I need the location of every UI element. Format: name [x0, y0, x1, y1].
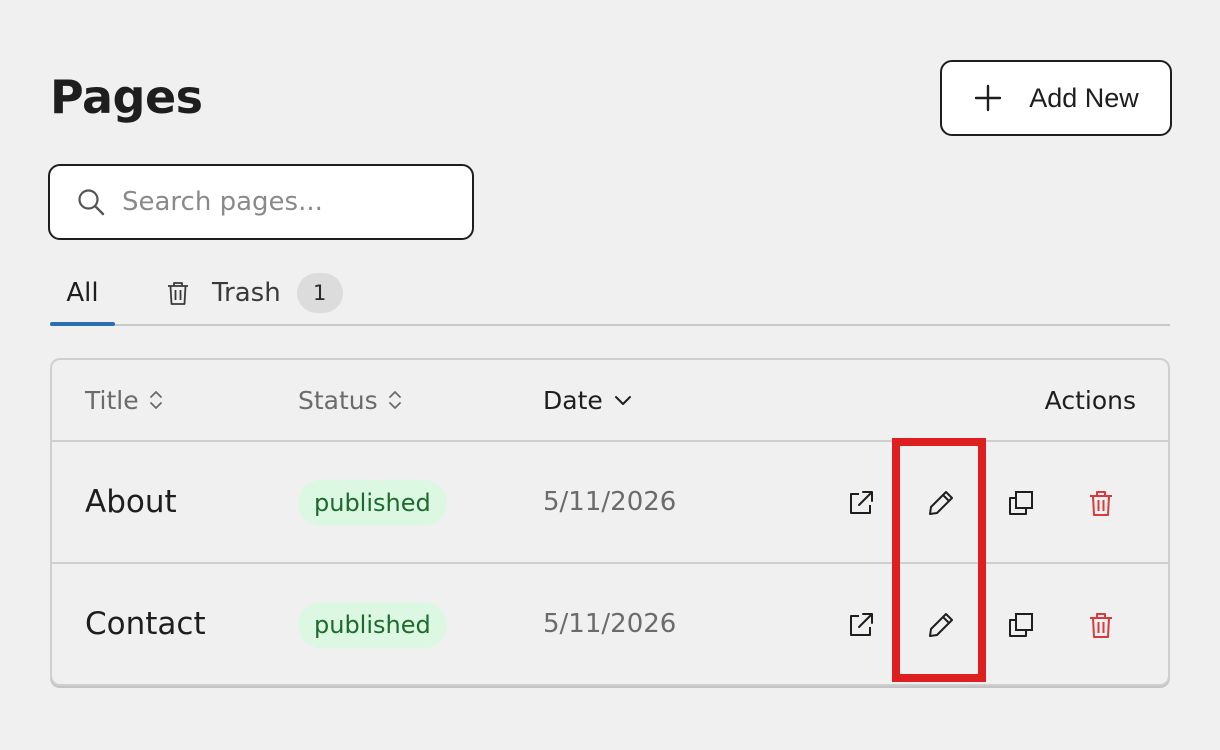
search-icon: [78, 189, 105, 216]
row-title[interactable]: Contact: [85, 564, 206, 684]
sort-icon: [388, 391, 401, 409]
edit-button[interactable]: [924, 486, 958, 520]
trash-icon: [1090, 491, 1112, 516]
table-header: Title Status Date Actions: [52, 360, 1168, 442]
pencil-icon: [929, 613, 953, 637]
column-header-date[interactable]: Date: [543, 360, 633, 440]
column-date-label: Date: [543, 385, 603, 415]
column-header-title[interactable]: Title: [85, 360, 163, 440]
row-date: 5/11/2026: [543, 609, 677, 639]
column-actions-label: Actions: [1044, 385, 1136, 415]
status-badge: published: [298, 602, 447, 648]
trash-icon: [1090, 613, 1112, 638]
chevron-down-icon: [614, 396, 631, 405]
search-input[interactable]: [122, 187, 422, 217]
delete-button[interactable]: [1084, 608, 1118, 642]
view-button[interactable]: [844, 608, 878, 642]
column-status-label: Status: [298, 385, 378, 415]
column-title-label: Title: [85, 385, 139, 415]
external-link-icon: [850, 491, 873, 514]
external-link-icon: [850, 613, 873, 636]
tab-all-label: All: [66, 278, 99, 308]
page-title: Pages: [50, 70, 203, 124]
row-title[interactable]: About: [85, 442, 177, 562]
tab-all[interactable]: All: [50, 262, 115, 326]
plus-icon: [975, 84, 1002, 112]
copy-icon: [1009, 491, 1033, 515]
column-header-actions: Actions: [1045, 360, 1136, 440]
column-header-status[interactable]: Status: [298, 360, 402, 440]
copy-icon: [1009, 613, 1033, 637]
table-row: Contact published 5/11/2026: [52, 564, 1168, 684]
pages-table: Title Status Date Actions About publishe…: [50, 358, 1170, 686]
sort-icon: [149, 391, 162, 409]
delete-button[interactable]: [1084, 486, 1118, 520]
tab-trash-label: Trash: [212, 278, 281, 308]
duplicate-button[interactable]: [1004, 608, 1038, 642]
add-new-label: Add New: [1029, 82, 1139, 113]
status-badge: published: [298, 480, 447, 526]
view-button[interactable]: [844, 486, 878, 520]
row-date: 5/11/2026: [543, 487, 677, 517]
duplicate-button[interactable]: [1004, 486, 1038, 520]
table-row: About published 5/11/2026: [52, 442, 1168, 564]
trash-count-badge: 1: [296, 273, 343, 313]
page-tabs: All Trash 1: [50, 262, 1170, 326]
pencil-icon: [929, 491, 953, 515]
edit-button[interactable]: [924, 608, 958, 642]
tab-trash[interactable]: Trash 1: [164, 262, 343, 324]
add-new-button[interactable]: Add New: [940, 60, 1172, 136]
trash-icon: [168, 282, 188, 305]
search-box[interactable]: [48, 164, 474, 240]
